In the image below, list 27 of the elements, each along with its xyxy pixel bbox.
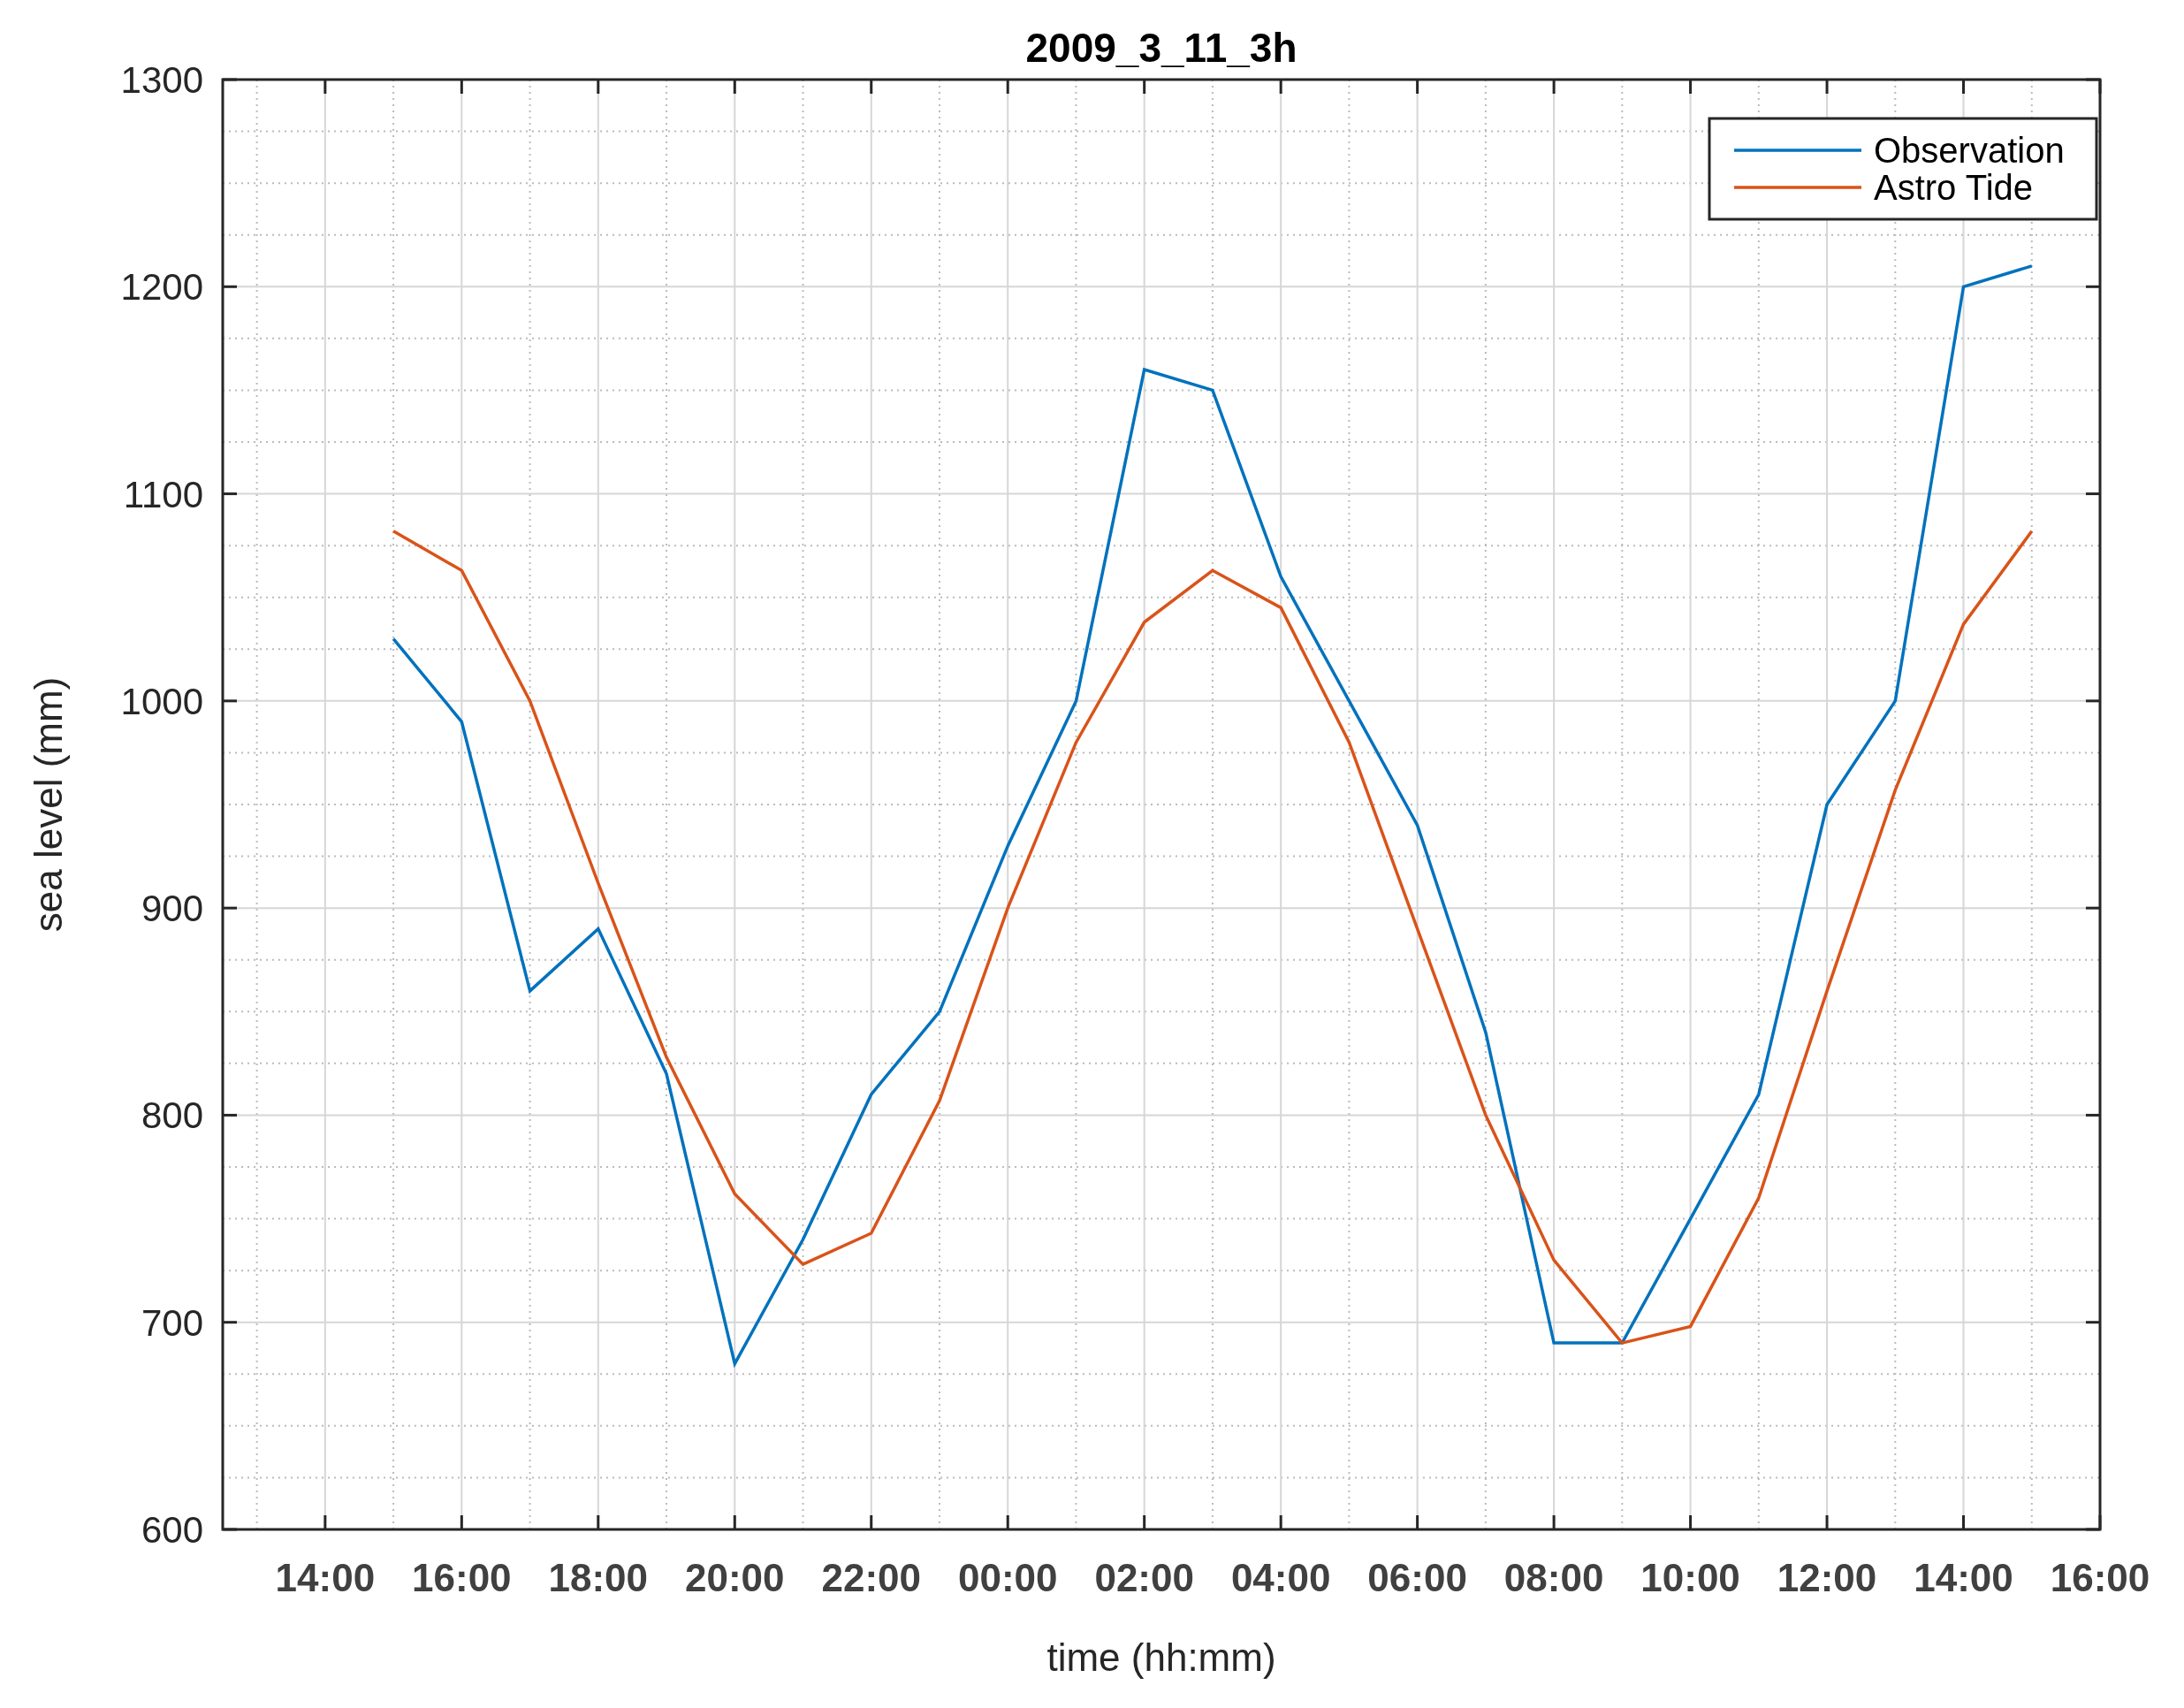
x-tick-label: 14:00 [1914,1556,2013,1599]
x-tick-label: 12:00 [1777,1556,1877,1599]
x-tick-label: 20:00 [685,1556,785,1599]
y-tick-label: 1100 [123,473,203,515]
y-tick-label: 800 [141,1094,203,1137]
y-tick-label: 1300 [120,59,203,101]
x-tick-label: 04:00 [1230,1556,1331,1599]
x-tick-label: 22:00 [821,1556,921,1599]
x-tick-label: 16:00 [412,1556,512,1599]
legend-label: Astro Tide [1874,168,2034,207]
x-tick-label: 00:00 [957,1556,1058,1599]
y-tick-label: 1200 [120,266,203,309]
x-tick-label: 18:00 [548,1556,649,1599]
y-tick-label: 900 [141,888,203,930]
x-tick-label: 16:00 [2050,1556,2150,1599]
x-tick-label: 08:00 [1503,1556,1604,1599]
chart-title: 2009_3_11_3h [1025,25,1297,71]
y-tick-label: 700 [141,1301,203,1344]
y-axis-title: sea level (mm) [27,676,70,933]
x-tick-label: 10:00 [1640,1556,1740,1599]
y-tick-label: 1000 [120,680,203,722]
x-axis-title: time (hh:mm) [1046,1636,1276,1679]
y-tick-label: 600 [141,1509,203,1551]
x-tick-label: 06:00 [1367,1556,1467,1599]
legend-label: Observation [1874,131,2065,170]
x-tick-label: 14:00 [275,1556,376,1599]
x-tick-label: 02:00 [1094,1556,1194,1599]
